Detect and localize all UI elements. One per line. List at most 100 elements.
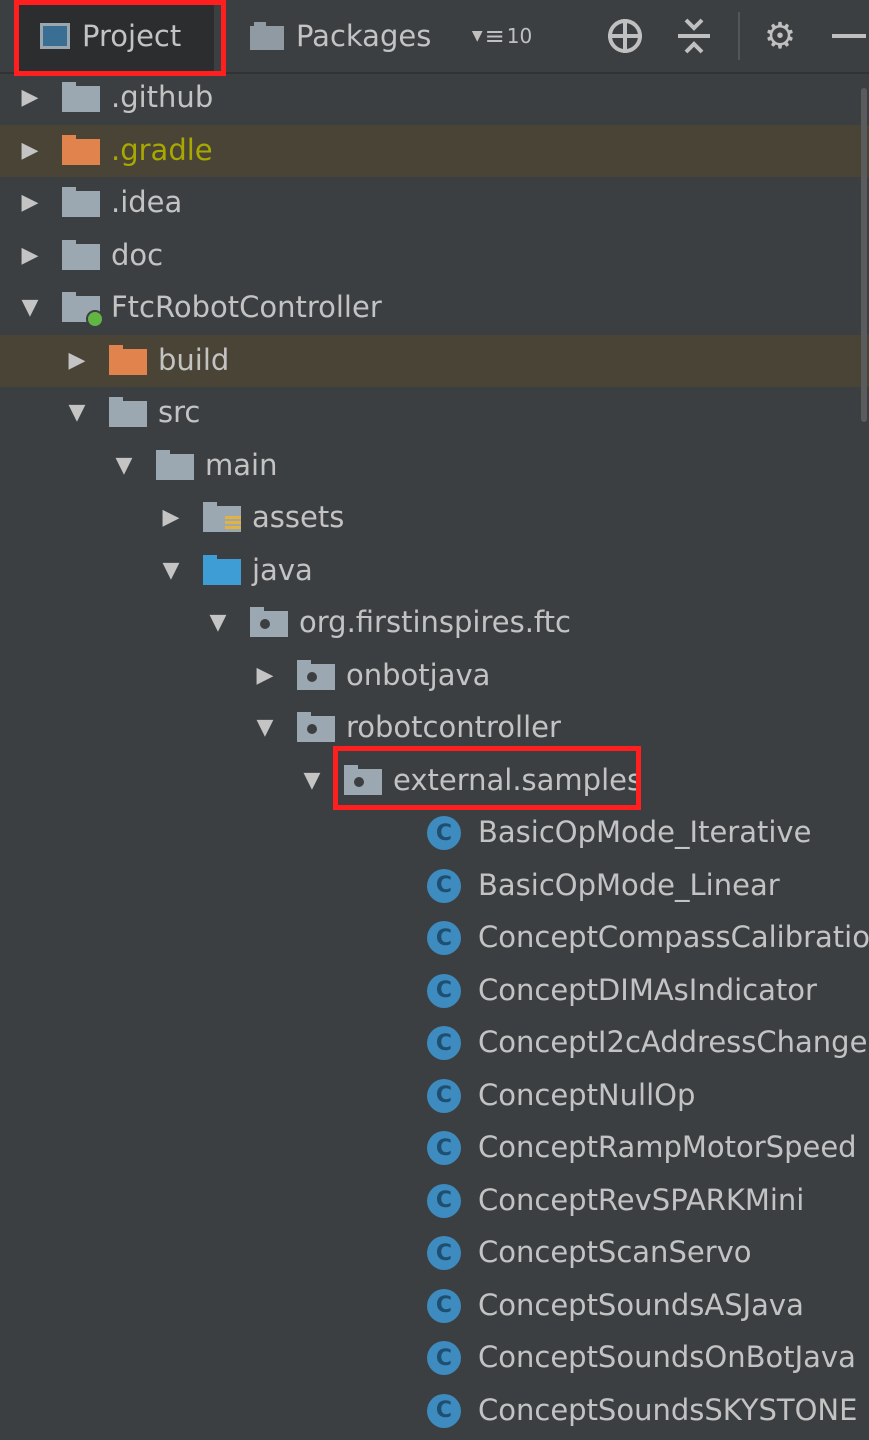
tree-item-label: .gradle: [111, 132, 213, 167]
tree-item-label: build: [158, 342, 230, 377]
expanded-arrow-icon[interactable]: ▼: [112, 453, 136, 478]
vertical-scrollbar[interactable]: [861, 88, 867, 422]
tree-class-item[interactable]: C ConceptRampMotorSpeed: [0, 1122, 869, 1175]
folder-icon: [109, 397, 147, 429]
tree-folder-item[interactable]: ▶ onbotjava: [0, 650, 869, 703]
locate-icon[interactable]: [604, 18, 646, 54]
collapsed-arrow-icon[interactable]: ▶: [18, 86, 42, 110]
tree-folder-item[interactable]: ▼ external.samples: [0, 755, 869, 808]
collapse-all-icon[interactable]: [674, 18, 714, 54]
tree-item-label: ConceptDIMAsIndicator: [478, 972, 817, 1007]
tree-item-label: external.samples: [393, 762, 643, 797]
tree-class-item[interactable]: C ConceptScanServo: [0, 1227, 869, 1280]
tree-folder-item[interactable]: ▼ org.firstinspires.ftc: [0, 597, 869, 650]
tree-class-item[interactable]: C ConceptI2cAddressChange: [0, 1017, 869, 1070]
tree-folder-item[interactable]: ▶ .github: [0, 72, 869, 125]
toolbar-divider: [738, 12, 740, 60]
count-label: 10: [506, 24, 533, 48]
tree-item-label: BasicOpMode_Iterative: [478, 815, 812, 849]
collapsed-arrow-icon[interactable]: ▶: [159, 506, 183, 530]
tree-folder-item[interactable]: ▼ src: [0, 387, 869, 440]
tree-folder-item[interactable]: ▶ build: [0, 334, 869, 387]
tree-item-label: org.firstinspires.ftc: [299, 605, 571, 639]
tree-item-label: FtcRobotController: [111, 290, 382, 324]
java-class-icon: C: [427, 1183, 461, 1218]
tree-item-label: ConceptCompassCalibration: [478, 920, 869, 954]
expanded-arrow-icon[interactable]: ▼: [18, 296, 42, 320]
java-class-icon: C: [427, 1131, 461, 1165]
dropdown-arrow-icon: ▼: [471, 28, 483, 44]
java-class-icon: C: [427, 816, 461, 850]
java-class-icon: C: [427, 1026, 461, 1060]
package-icon: [250, 607, 288, 639]
list-icon: ≡: [484, 22, 505, 50]
tree-item-label: ConceptScanServo: [478, 1235, 752, 1269]
tree-class-item[interactable]: C ConceptSoundsSKYSTONE: [0, 1385, 869, 1438]
tab-packages[interactable]: Packages: [250, 0, 431, 72]
tree-item-label: .idea: [111, 185, 183, 219]
tree-class-item[interactable]: C ConceptNullOp: [0, 1070, 869, 1123]
tree-item-label: java: [252, 552, 313, 587]
tree-item-label: ConceptSoundsASJava: [478, 1287, 804, 1322]
tree-folder-item[interactable]: ▼ main: [0, 440, 869, 493]
tree-item-label: robotcontroller: [346, 710, 561, 744]
project-icon: [40, 23, 70, 49]
tree-folder-item[interactable]: ▼ java: [0, 545, 869, 598]
tree-class-item[interactable]: C ConceptRevSPARKMini: [0, 1175, 869, 1228]
excluded-folder-icon: [109, 344, 147, 377]
collapsed-arrow-icon[interactable]: ▶: [253, 663, 277, 688]
tree-folder-item[interactable]: ▼ FtcRobotController: [0, 282, 869, 335]
tree-class-item[interactable]: C ConceptCompassCalibration: [0, 912, 869, 965]
tree-class-item[interactable]: C ConceptDIMAsIndicator: [0, 965, 869, 1018]
tree-folder-item[interactable]: ▶ .idea: [0, 177, 869, 230]
collapsed-arrow-icon[interactable]: ▶: [65, 348, 89, 373]
collapsed-arrow-icon[interactable]: ▶: [18, 191, 42, 215]
package-icon: [297, 659, 335, 692]
java-class-icon: C: [427, 1288, 461, 1323]
tree-item-label: main: [205, 447, 278, 482]
tree-class-item[interactable]: C BasicOpMode_Iterative: [0, 807, 869, 860]
tree-item-label: ConceptSoundsSKYSTONE: [478, 1392, 858, 1427]
hide-icon[interactable]: [830, 18, 868, 54]
tree-folder-item[interactable]: ▶ doc: [0, 230, 869, 283]
tree-item-label: ConceptI2cAddressChange: [478, 1025, 868, 1059]
java-class-icon: C: [427, 1078, 461, 1113]
tab-project[interactable]: Project: [16, 0, 214, 72]
project-tool-window-toolbar: Project Packages ▼ ≡ 10 ⚙: [0, 0, 869, 76]
packages-icon: [250, 22, 284, 50]
java-class-icon: C: [427, 1341, 461, 1375]
folder-icon: [156, 449, 194, 482]
java-class-icon: C: [427, 1393, 461, 1428]
resources-folder-icon: [203, 502, 241, 534]
tree-item-label: ConceptRevSPARKMini: [478, 1182, 805, 1217]
collapsed-arrow-icon[interactable]: ▶: [18, 138, 42, 163]
collapsed-arrow-icon[interactable]: ▶: [18, 243, 42, 268]
tree-folder-item[interactable]: ▼ robotcontroller: [0, 702, 869, 755]
package-icon: [297, 712, 335, 744]
expanded-arrow-icon[interactable]: ▼: [65, 401, 89, 425]
tree-folder-item[interactable]: ▶ .gradle: [0, 124, 869, 177]
tree-class-item[interactable]: C ConceptSoundsASJava: [0, 1280, 869, 1333]
tree-item-label: .github: [111, 80, 214, 114]
excluded-folder-icon: [62, 134, 100, 167]
project-tree[interactable]: ▶ .github ▶ .gradle ▶ .idea ▶ doc ▼ FtcRobotContr…: [0, 72, 869, 1440]
tree-item-label: src: [158, 395, 201, 429]
tree-class-item[interactable]: C ConceptSoundsOnBotJava: [0, 1332, 869, 1385]
expanded-arrow-icon[interactable]: ▼: [253, 716, 277, 740]
java-class-icon: C: [427, 1236, 461, 1270]
expanded-arrow-icon[interactable]: ▼: [300, 768, 324, 793]
java-class-icon: C: [427, 921, 461, 955]
folder-icon: [62, 239, 100, 272]
module-icon: [62, 292, 104, 328]
tree-item-label: ConceptRampMotorSpeed: [478, 1130, 857, 1164]
expanded-arrow-icon[interactable]: ▼: [159, 558, 183, 583]
tree-item-label: doc: [111, 237, 164, 272]
tree-item-label: BasicOpMode_Linear: [478, 867, 780, 902]
tree-class-item[interactable]: C BasicOpMode_Linear: [0, 860, 869, 913]
view-options-dropdown[interactable]: ▼ ≡ 10: [466, 18, 538, 54]
tree-folder-item[interactable]: ▶ assets: [0, 492, 869, 545]
package-icon: [344, 764, 382, 797]
gear-icon[interactable]: ⚙: [760, 16, 800, 57]
expanded-arrow-icon[interactable]: ▼: [206, 611, 230, 635]
tab-packages-label: Packages: [296, 19, 432, 53]
